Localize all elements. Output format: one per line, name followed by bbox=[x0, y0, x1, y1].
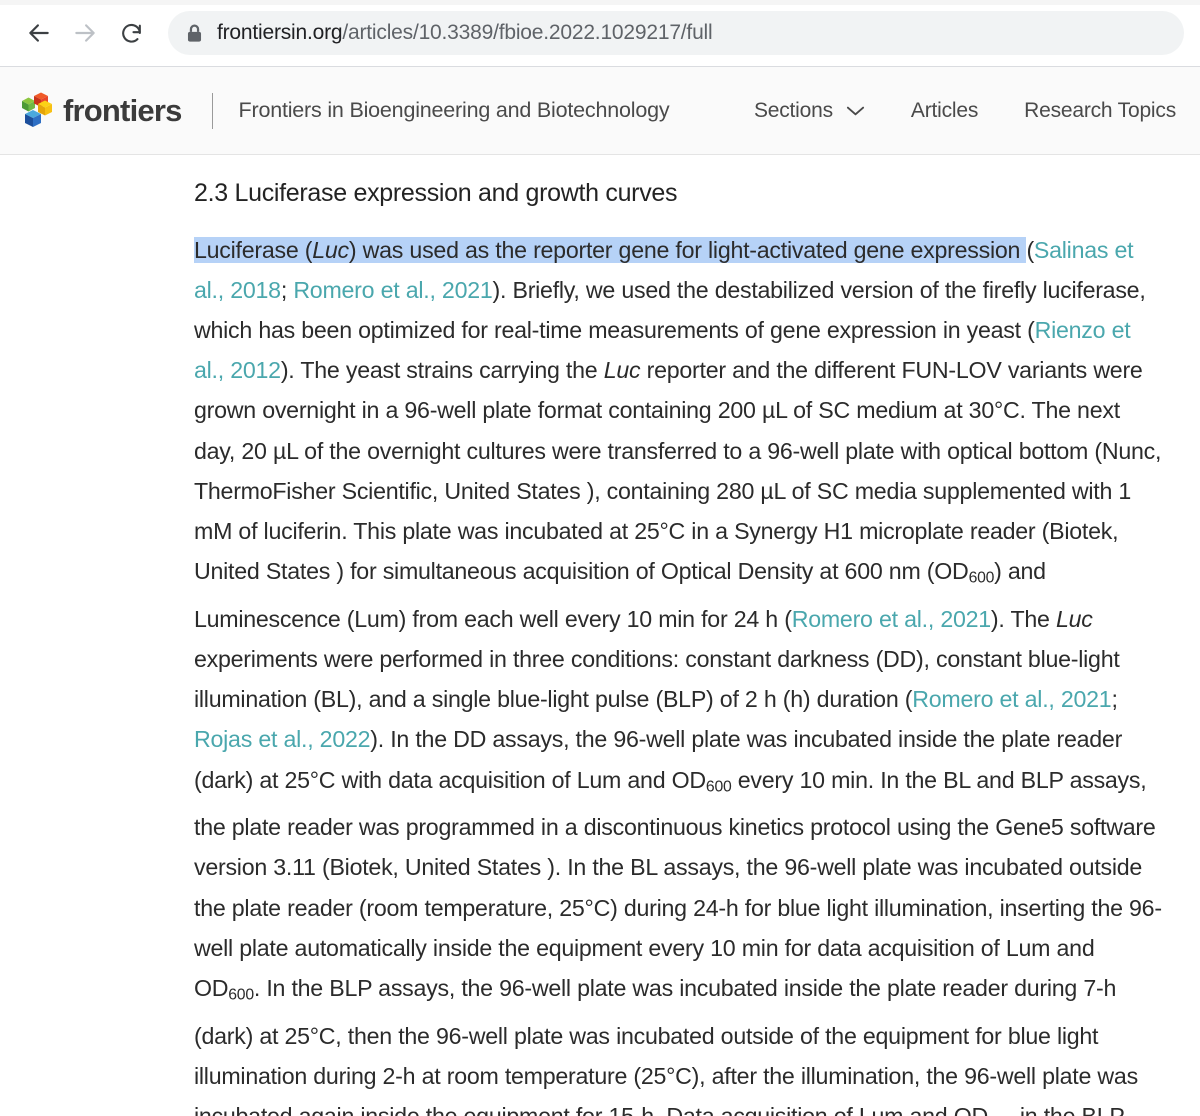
text-run: ; bbox=[280, 276, 294, 303]
frontiers-cubes-logo-icon bbox=[22, 92, 52, 127]
journal-title: Frontiers in Bioengineering and Biotechn… bbox=[238, 98, 670, 122]
text-run: ( bbox=[1026, 236, 1034, 263]
body-paragraph: Luciferase (Luc) was used as the reporte… bbox=[194, 230, 1164, 1116]
nav-item-articles[interactable]: Articles bbox=[911, 99, 978, 123]
back-button[interactable] bbox=[16, 10, 62, 56]
arrow-left-icon bbox=[29, 24, 49, 42]
text-run: every 10 min. In the BL and BLP assays, … bbox=[194, 766, 1162, 1002]
citation-link[interactable]: Romero et al., 2021 bbox=[792, 606, 991, 632]
url-text: frontiersin.org/articles/10.3389/fbioe.2… bbox=[217, 21, 713, 45]
site-header: frontiers Frontiers in Bioengineering an… bbox=[0, 67, 1200, 155]
forward-button[interactable] bbox=[62, 10, 108, 56]
brand-block[interactable]: frontiers bbox=[20, 92, 182, 130]
nav-item-research-topics[interactable]: Research Topics bbox=[1024, 99, 1176, 123]
citation-link[interactable]: Rojas et al., 2022 bbox=[194, 726, 371, 752]
text-run: Luc bbox=[1055, 605, 1093, 632]
subscript: 600 bbox=[228, 986, 254, 1004]
article-content: 2.3 Luciferase expression and growth cur… bbox=[0, 155, 1200, 1116]
highlighted-text: Luciferase ( bbox=[194, 236, 313, 263]
citation-link[interactable]: Romero et al., 2021 bbox=[912, 686, 1111, 712]
nav-item-sections-label: Sections bbox=[753, 98, 833, 122]
nav-item-sections[interactable]: Sections bbox=[754, 99, 865, 123]
reload-icon bbox=[121, 23, 141, 43]
chevron-down-icon bbox=[846, 105, 865, 117]
lock-glyph bbox=[187, 24, 202, 42]
subscript: 600 bbox=[705, 778, 732, 796]
section-heading: 2.3 Luciferase expression and growth cur… bbox=[194, 179, 678, 207]
text-run: . In the BLP assays, the 96-well plate w… bbox=[194, 975, 1138, 1116]
text-run: ). The bbox=[990, 605, 1056, 632]
url-domain: frontiersin.org bbox=[217, 21, 343, 44]
text-run: reporter and the different FUN-LOV varia… bbox=[194, 357, 1162, 585]
subscript: 600 bbox=[968, 569, 995, 587]
lock-icon bbox=[186, 24, 203, 43]
article-column: 2.3 Luciferase expression and growth cur… bbox=[194, 155, 1164, 1116]
highlighted-text: ) was used as the reporter gene for ligh… bbox=[348, 236, 1027, 263]
address-bar[interactable]: frontiersin.org/articles/10.3389/fbioe.2… bbox=[168, 11, 1184, 55]
highlighted-text: Luc bbox=[312, 236, 349, 263]
text-run: Luc bbox=[603, 357, 641, 384]
nav-item-articles-label: Articles bbox=[910, 98, 979, 122]
frontiers-wordmark: frontiers bbox=[63, 93, 182, 128]
header-divider bbox=[211, 92, 213, 129]
browser-toolbar: frontiersin.org/articles/10.3389/fbioe.2… bbox=[0, 0, 1200, 66]
arrow-right-icon bbox=[75, 24, 95, 42]
citation-link[interactable]: Romero et al., 2021 bbox=[293, 277, 492, 303]
window-top-edge bbox=[0, 0, 1200, 5]
header-nav: Sections Articles Research Topics bbox=[708, 99, 1182, 123]
url-path: /articles/10.3389/fbioe.2022.1029217/ful… bbox=[342, 21, 713, 44]
nav-item-research-topics-label: Research Topics bbox=[1024, 98, 1176, 122]
reload-button[interactable] bbox=[108, 10, 154, 56]
text-run: ). The yeast strains carrying the bbox=[280, 357, 604, 384]
chevron-down-glyph bbox=[846, 106, 864, 115]
text-run: ; bbox=[1111, 686, 1118, 713]
